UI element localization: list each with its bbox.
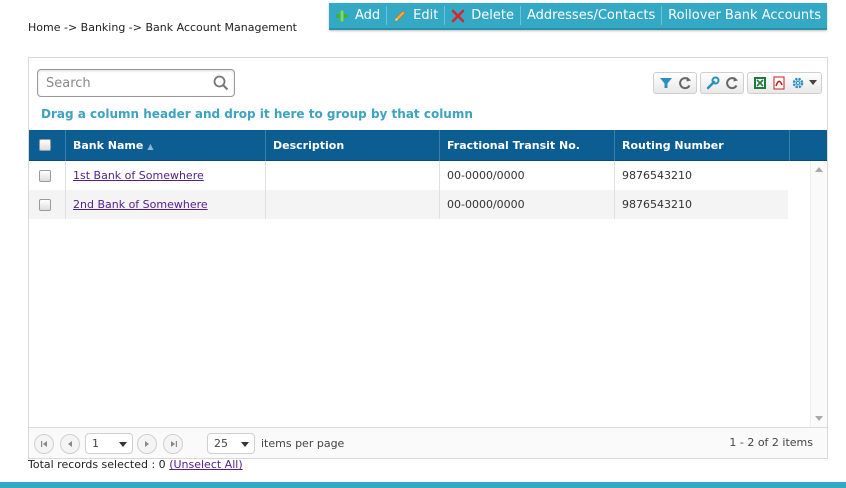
last-page-icon [170,441,177,447]
refresh-filter-icon[interactable] [675,74,694,93]
bank-name-header-label: Bank Name [73,139,144,152]
plus-icon [335,9,349,23]
refresh-icon[interactable] [722,74,741,93]
fractional-transit-header-label: Fractional Transit No. [447,139,580,152]
delete-button[interactable]: Delete [445,3,520,28]
first-page-icon [40,441,47,447]
items-per-page-label: items per page [261,437,345,450]
filter-icon[interactable] [656,74,675,93]
settings-tool-group [700,72,744,94]
gear-icon[interactable] [788,74,807,93]
page-number-value: 1 [92,437,99,450]
excel-icon[interactable] [750,74,769,93]
scroll-down-icon[interactable] [815,416,823,421]
add-label: Add [355,8,381,23]
fractional-transit-cell: 00-0000/0000 [439,161,614,190]
unselect-all-link[interactable]: (Unselect All) [169,458,242,471]
pdf-icon[interactable] [769,74,788,93]
edit-label: Edit [413,8,439,23]
bank-name-link[interactable]: 2nd Bank of Somewhere [73,198,208,211]
add-button[interactable]: Add [329,3,386,28]
chevron-down-icon [119,442,127,447]
header-description[interactable]: Description [265,130,439,161]
group-by-hint: Drag a column header and drop it here to… [41,107,473,121]
chevron-down-icon [241,442,249,447]
grid-tools [651,71,822,95]
page-number-select[interactable]: 1 [85,433,133,454]
row-select-cell[interactable] [29,161,65,190]
previous-page-button[interactable] [60,434,80,454]
select-all-checkbox[interactable] [39,139,51,151]
delete-label: Delete [471,8,514,23]
fractional-transit-cell: 00-0000/0000 [439,190,614,219]
grid-body: 1st Bank of Somewhere 00-0000/0000 98765… [29,161,827,427]
description-cell [265,161,439,190]
description-cell [265,190,439,219]
header-filler [789,130,827,161]
settings-dropdown-icon[interactable] [807,74,819,93]
bank-name-cell: 1st Bank of Somewhere [65,161,265,190]
total-selected-label: Total records selected : 0 [28,458,166,471]
description-header-label: Description [273,139,345,152]
next-page-button[interactable] [137,434,157,454]
routing-number-cell: 9876543210 [614,161,788,190]
previous-page-icon [68,441,72,447]
row-checkbox[interactable] [39,170,51,182]
page-size-value: 25 [214,437,228,450]
search-input[interactable] [44,75,204,92]
grid-header: Bank Name ▲ Description Fractional Transi… [29,130,827,161]
routing-number-header-label: Routing Number [622,139,724,152]
table-row[interactable]: 1st Bank of Somewhere 00-0000/0000 98765… [29,161,788,190]
bank-name-link[interactable]: 1st Bank of Somewhere [73,169,204,182]
next-page-icon [145,441,149,447]
search-icon[interactable] [213,75,229,95]
routing-number-cell: 9876543210 [614,190,788,219]
filter-tool-group [653,72,697,94]
wrench-icon[interactable] [703,74,722,93]
vertical-scrollbar[interactable] [810,161,827,427]
row-checkbox[interactable] [39,199,51,211]
edit-button[interactable]: Edit [387,3,444,28]
selection-footer: Total records selected : 0 (Unselect All… [28,458,243,471]
search-box [37,69,235,97]
row-select-cell[interactable] [29,190,65,219]
bank-grid-panel: Drag a column header and drop it here to… [28,57,828,459]
header-routing-number[interactable]: Routing Number [614,130,789,161]
page-size-select[interactable]: 25 [207,433,255,454]
rollover-bank-accounts-label: Rollover Bank Accounts [668,8,821,23]
export-tool-group [747,72,822,94]
pencil-icon [393,9,407,23]
pager-summary: 1 - 2 of 2 items [729,436,813,449]
pager: 1 25 items per page 1 - 2 of 2 items [29,427,827,458]
action-toolbar: Add Edit Delete Addresses/Contacts Rollo… [329,3,827,30]
rollover-bank-accounts-button[interactable]: Rollover Bank Accounts [662,3,827,28]
header-select-all[interactable] [29,130,65,161]
header-bank-name[interactable]: Bank Name ▲ [65,130,265,161]
breadcrumb: Home -> Banking -> Bank Account Manageme… [28,21,297,34]
delete-x-icon [451,9,465,23]
table-row[interactable]: 2nd Bank of Somewhere 00-0000/0000 98765… [29,190,788,219]
last-page-button[interactable] [163,434,183,454]
addresses-contacts-button[interactable]: Addresses/Contacts [521,3,661,28]
first-page-button[interactable] [34,434,54,454]
header-fractional-transit[interactable]: Fractional Transit No. [439,130,614,161]
bottom-accent-bar [0,482,846,488]
scroll-up-icon[interactable] [815,167,823,172]
addresses-contacts-label: Addresses/Contacts [526,8,656,23]
bank-name-cell: 2nd Bank of Somewhere [65,190,265,219]
sort-asc-icon: ▲ [147,142,154,151]
